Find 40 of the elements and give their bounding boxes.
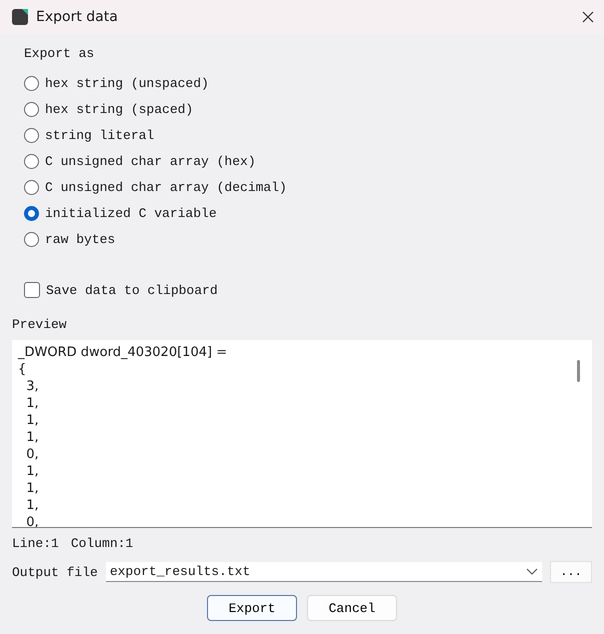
status-text: Line:1 bbox=[12, 536, 59, 551]
option-label: initialized C variable bbox=[45, 206, 217, 220]
radio-button[interactable] bbox=[24, 102, 39, 116]
group-label: Export as bbox=[24, 45, 96, 63]
window-title: Export data bbox=[36, 9, 119, 25]
option-label: string literal bbox=[45, 128, 154, 142]
section-label: Preview bbox=[12, 317, 68, 332]
checkbox[interactable] bbox=[24, 282, 40, 298]
radio-button[interactable] bbox=[24, 154, 39, 168]
close-icon[interactable] bbox=[582, 11, 594, 23]
checkbox-label: Save data to clipboard bbox=[46, 282, 218, 298]
code-line: 3, bbox=[25, 378, 39, 395]
option-label: hex string (spaced) bbox=[45, 102, 194, 116]
field-label: Output file bbox=[12, 564, 98, 580]
option-label: C unsigned char array (decimal) bbox=[45, 180, 287, 194]
code-line: 1, bbox=[25, 429, 39, 446]
code-line: 1, bbox=[25, 463, 39, 480]
option-label: C unsigned char array (hex) bbox=[45, 154, 256, 168]
option-label: raw bytes bbox=[45, 232, 116, 246]
dialog-button[interactable]: Cancel bbox=[307, 595, 397, 621]
radio-button[interactable] bbox=[24, 76, 39, 90]
code-line: 1, bbox=[25, 497, 39, 514]
option-label: hex string (unspaced) bbox=[45, 76, 209, 90]
browse-button[interactable]: ... bbox=[550, 561, 592, 583]
code-line: _DWORD dword_403020[104] = bbox=[18, 344, 228, 361]
radio-button[interactable] bbox=[24, 206, 39, 220]
code-line: 1, bbox=[25, 480, 39, 497]
radio-button[interactable] bbox=[24, 232, 39, 246]
dialog-button[interactable]: Export bbox=[207, 595, 297, 621]
radio-button[interactable] bbox=[24, 180, 39, 194]
app-icon bbox=[10, 7, 30, 27]
status-text: Column:1 bbox=[70, 536, 134, 551]
code-line: { bbox=[18, 361, 26, 378]
radio-button[interactable] bbox=[24, 128, 39, 142]
scrollbar-thumb[interactable] bbox=[577, 360, 580, 382]
output-file-field[interactable]: export_results.txt bbox=[106, 562, 542, 582]
code-line: 1, bbox=[25, 395, 39, 412]
code-line: 0, bbox=[25, 446, 39, 463]
code-line: 1, bbox=[25, 412, 39, 429]
chevron-down-icon bbox=[526, 568, 538, 576]
